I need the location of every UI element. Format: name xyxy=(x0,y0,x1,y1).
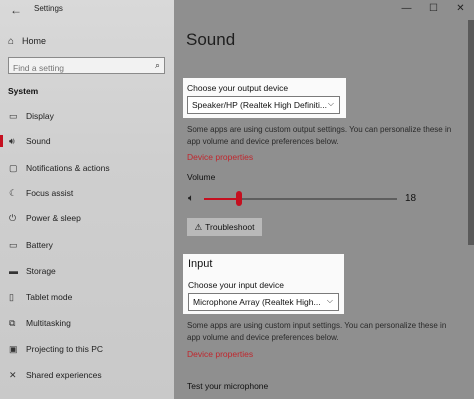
speaker-icon[interactable]: 🔈︎ xyxy=(188,193,194,204)
scrollbar-thumb[interactable] xyxy=(468,20,474,245)
scrollbar[interactable] xyxy=(466,20,474,399)
speaker-icon: 🔊︎ xyxy=(9,135,15,146)
output-device-label: Choose your output device xyxy=(187,83,289,93)
content-pane: — ☐ ✕ Sound Choose your output device Sp… xyxy=(174,0,474,399)
troubleshoot-label: Troubleshoot xyxy=(205,222,255,232)
moon-icon: ☾ xyxy=(9,187,18,198)
sidebar-item-notifications[interactable]: ▢ Notifications & actions xyxy=(0,158,174,178)
sidebar-item-multitasking[interactable]: ⧉ Multitasking xyxy=(0,313,174,333)
tablet-icon: ▯ xyxy=(9,291,14,302)
search-box[interactable]: ⌕ xyxy=(8,57,165,76)
sidebar-item-label: Projecting to this PC xyxy=(26,344,104,354)
app-title: Settings xyxy=(34,4,63,13)
chevron-down-icon: ⌵ xyxy=(326,296,333,305)
sidebar-item-label: Multitasking xyxy=(26,318,71,328)
sidebar-item-label: Shared experiences xyxy=(26,370,102,380)
output-device-dropdown[interactable]: Speaker/HP (Realtek High Definiti... ⌵ xyxy=(187,96,340,114)
output-device-value: Speaker/HP (Realtek High Definiti... xyxy=(192,100,327,110)
sidebar-item-label: Storage xyxy=(26,266,56,276)
input-device-properties-link[interactable]: Device properties xyxy=(187,349,253,359)
troubleshoot-button[interactable]: ⚠ Troubleshoot xyxy=(187,218,262,236)
sidebar-item-projecting[interactable]: ▣ Projecting to this PC xyxy=(0,339,174,359)
power-icon: ⏻ xyxy=(9,212,17,223)
multitasking-icon: ⧉ xyxy=(9,317,16,328)
search-icon[interactable]: ⌕ xyxy=(155,60,160,71)
sidebar-item-label: Notifications & actions xyxy=(26,163,110,173)
volume-value: 18 xyxy=(405,193,417,204)
home-link[interactable]: ⌂ Home xyxy=(8,33,46,49)
volume-slider-fill xyxy=(204,198,239,200)
projecting-icon: ▣ xyxy=(9,343,18,354)
window-controls: — ☐ ✕ xyxy=(393,0,474,18)
input-info-text: Some apps are using custom input setting… xyxy=(187,321,447,342)
page-title: Sound xyxy=(186,30,236,49)
sidebar-item-storage[interactable]: ▬ Storage xyxy=(0,261,174,281)
input-device-dropdown[interactable]: Microphone Array (Realtek High... ⌵ xyxy=(188,293,339,311)
volume-slider-track[interactable] xyxy=(204,198,397,200)
volume-label: Volume xyxy=(187,172,216,182)
navigation-pane: ← Settings ⌂ Home ⌕ System ▭ Display 🔊︎ … xyxy=(0,0,174,399)
sidebar-item-battery[interactable]: ▭ Battery xyxy=(0,235,174,255)
sidebar-item-tablet-mode[interactable]: ▯ Tablet mode xyxy=(0,287,174,307)
sidebar-item-shared-experiences[interactable]: ✕ Shared experiences xyxy=(0,365,174,385)
battery-icon: ▭ xyxy=(9,239,18,250)
home-label: Home xyxy=(22,36,47,46)
sidebar-item-label: Battery xyxy=(26,240,53,250)
sidebar-item-label: Sound xyxy=(26,136,51,146)
minimize-icon[interactable]: — xyxy=(393,0,420,18)
warning-icon: ⚠ xyxy=(194,221,203,232)
sidebar-item-display[interactable]: ▭ Display xyxy=(0,106,174,126)
sidebar-item-power[interactable]: ⏻ Power & sleep xyxy=(0,208,174,228)
chevron-down-icon: ⌵ xyxy=(327,99,334,108)
output-info-text: Some apps are using custom output settin… xyxy=(187,125,452,146)
display-icon: ▭ xyxy=(9,110,18,121)
input-heading: Input xyxy=(188,258,213,270)
volume-slider-thumb[interactable] xyxy=(235,191,242,206)
sidebar-item-label: Tablet mode xyxy=(26,292,73,302)
input-device-label: Choose your input device xyxy=(188,280,284,290)
section-heading: System xyxy=(8,86,39,96)
home-icon: ⌂ xyxy=(8,35,15,47)
sidebar-item-label: Focus assist xyxy=(26,188,74,198)
sidebar-item-label: Power & sleep xyxy=(26,213,81,223)
input-device-value: Microphone Array (Realtek High... xyxy=(193,297,321,307)
back-arrow-icon[interactable]: ← xyxy=(10,3,22,17)
output-device-properties-link[interactable]: Device properties xyxy=(187,152,253,162)
search-input[interactable] xyxy=(9,60,147,76)
storage-icon: ▬ xyxy=(9,266,18,276)
maximize-icon[interactable]: ☐ xyxy=(420,0,447,18)
title-bar: ← Settings xyxy=(0,0,174,20)
test-microphone-label: Test your microphone xyxy=(187,381,269,391)
sidebar-item-label: Display xyxy=(26,111,54,121)
close-icon[interactable]: ✕ xyxy=(447,0,474,18)
shared-experiences-icon: ✕ xyxy=(9,369,17,380)
sidebar-item-focus-assist[interactable]: ☾ Focus assist xyxy=(0,183,174,203)
notifications-icon: ▢ xyxy=(9,162,18,173)
sidebar-item-sound[interactable]: 🔊︎ Sound xyxy=(0,131,174,151)
